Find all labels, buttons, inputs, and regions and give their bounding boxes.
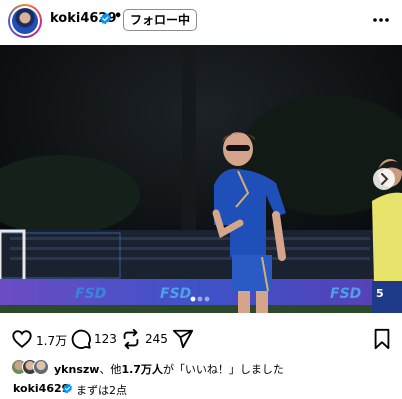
comment-icon[interactable] <box>70 328 92 350</box>
liked-by-username[interactable]: yknszw <box>54 363 99 376</box>
comments-count[interactable]: 123 <box>94 332 117 346</box>
caption-row: koki4629 まずは2点 <box>0 378 402 398</box>
profile-avatar[interactable] <box>8 4 42 38</box>
liked-by-suffix: が「いいね！」しました <box>162 363 284 376</box>
separator-dot: • <box>114 9 123 24</box>
send-icon[interactable] <box>172 328 194 350</box>
heart-icon[interactable] <box>11 328 33 350</box>
jersey-number: 5 <box>376 287 384 300</box>
soccer-player-photo: FSD FSD FSD 5 <box>0 45 402 313</box>
liked-by-row: yknszw、他1.7万人が「いいね！」しました <box>0 356 402 378</box>
chevron-right-icon <box>381 173 389 185</box>
banner-text: FSD <box>330 286 361 302</box>
banner-text: FSD <box>160 286 191 302</box>
liked-by-count[interactable]: 1.7万人 <box>121 363 163 376</box>
caption-text: まずは2点 <box>76 384 127 397</box>
post-header: koki4629 • フォロー中 <box>0 0 402 42</box>
carousel-indicator <box>190 296 210 302</box>
post-photo[interactable]: FSD FSD FSD 5 <box>0 45 402 313</box>
action-bar: 1.7万 123 245 <box>0 322 402 356</box>
bookmark-icon[interactable] <box>372 328 392 350</box>
more-options-icon[interactable] <box>372 14 390 26</box>
likes-count[interactable]: 1.7万 <box>36 332 67 349</box>
reposts-count[interactable]: 245 <box>145 332 168 346</box>
verified-badge-icon <box>63 383 72 394</box>
liker-avatar[interactable] <box>33 359 49 375</box>
next-image-button[interactable] <box>373 168 395 190</box>
banner-text: FSD <box>75 286 106 302</box>
repost-icon[interactable] <box>120 328 142 350</box>
liked-by-text: yknszw、他1.7万人が「いいね！」しました <box>54 361 284 377</box>
caption-username[interactable]: koki4629 <box>13 382 69 395</box>
liked-by-connector: 、他 <box>99 363 122 376</box>
verified-badge-icon <box>100 12 111 25</box>
following-button[interactable]: フォロー中 <box>123 9 198 31</box>
